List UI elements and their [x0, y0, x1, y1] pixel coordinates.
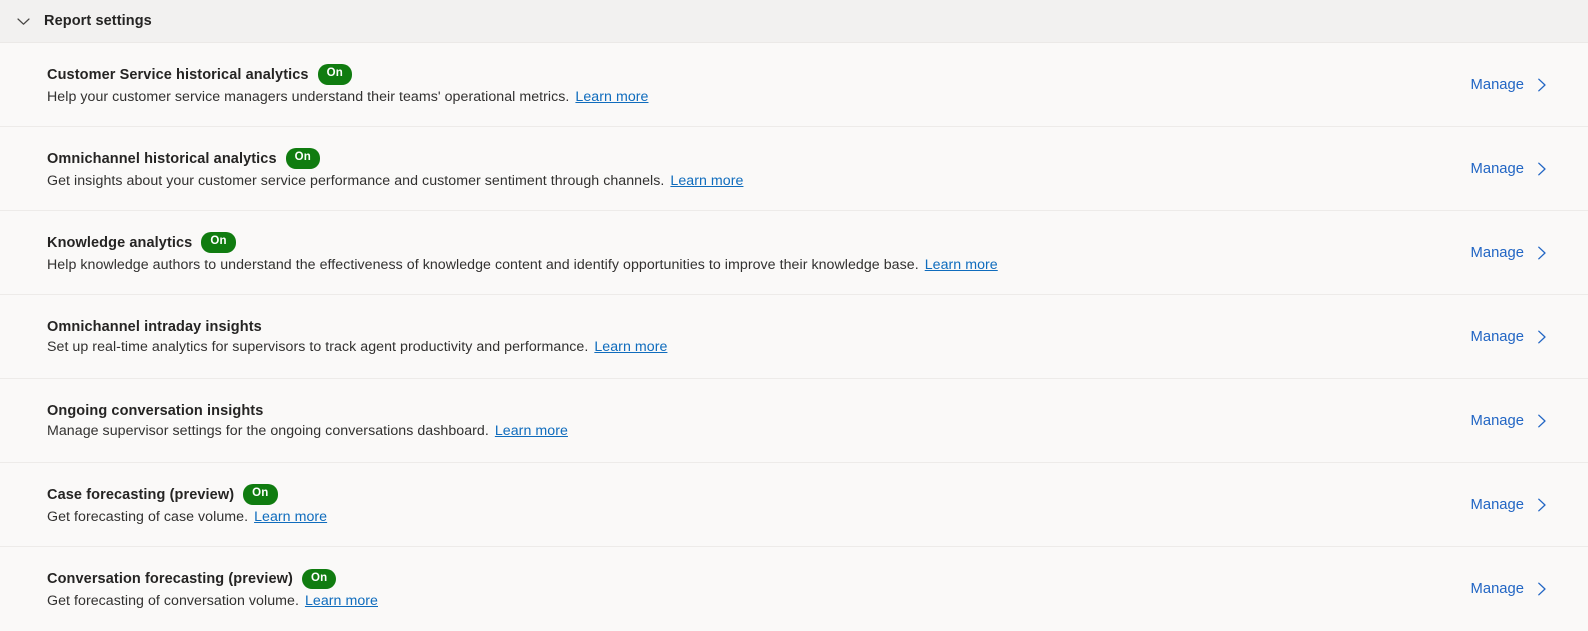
setting-description: Set up real-time analytics for superviso…	[47, 339, 667, 355]
setting-title-line: Omnichannel intraday insights	[47, 319, 667, 335]
manage-button[interactable]: Manage	[1471, 328, 1560, 346]
setting-title-line: Ongoing conversation insights	[47, 403, 568, 419]
collapse-section-button[interactable]	[8, 6, 38, 36]
manage-label: Manage	[1470, 244, 1524, 261]
setting-description: Help knowledge authors to understand the…	[47, 257, 998, 273]
chevron-right-icon	[1534, 580, 1550, 598]
setting-title-line: Customer Service historical analytics On	[47, 64, 648, 85]
setting-title-line: Case forecasting (preview) On	[47, 484, 327, 505]
setting-title-line: Knowledge analytics On	[47, 232, 998, 253]
setting-row: Case forecasting (preview) On Get forecast…	[0, 463, 1588, 547]
setting-text-block: Case forecasting (preview) On Get forecast…	[47, 484, 327, 525]
setting-title: Omnichannel historical analytics	[47, 150, 277, 167]
setting-description-text: Get forecasting of case volume.	[47, 508, 249, 525]
setting-description: Get insights about your customer service…	[47, 173, 743, 189]
setting-description-text: Set up real-time analytics for superviso…	[47, 338, 589, 355]
manage-label: Manage	[1470, 76, 1524, 93]
learn-more-link[interactable]: Learn more	[254, 509, 327, 525]
learn-more-link[interactable]: Learn more	[495, 423, 568, 439]
manage-label: Manage	[1470, 328, 1524, 345]
manage-button[interactable]: Manage	[1471, 580, 1560, 598]
manage-label: Manage	[1470, 160, 1524, 177]
setting-title: Ongoing conversation insights	[47, 402, 264, 419]
setting-title: Customer Service historical analytics	[47, 66, 309, 83]
manage-button[interactable]: Manage	[1471, 244, 1560, 262]
setting-row: Knowledge analytics On Help knowledge auth…	[0, 211, 1588, 295]
chevron-right-icon	[1534, 160, 1550, 178]
setting-description: Get forecasting of case volume. Learn mor…	[47, 509, 327, 525]
report-settings-list: Customer Service historical analytics On H…	[0, 43, 1588, 631]
learn-more-link[interactable]: Learn more	[925, 257, 998, 273]
setting-row: Conversation forecasting (preview) On Get …	[0, 547, 1588, 631]
setting-text-block: Omnichannel intraday insights Set up real…	[47, 319, 667, 355]
setting-title: Conversation forecasting (preview)	[47, 571, 293, 587]
learn-more-link[interactable]: Learn more	[670, 173, 743, 189]
setting-description: Help your customer service managers unde…	[47, 89, 648, 105]
setting-text-block: Conversation forecasting (preview) On Get …	[47, 568, 378, 609]
chevron-right-icon	[1534, 244, 1550, 262]
manage-button[interactable]: Manage	[1471, 76, 1560, 94]
setting-row: Omnichannel intraday insights Set up real…	[0, 295, 1588, 379]
learn-more-link[interactable]: Learn more	[575, 89, 648, 105]
chevron-right-icon	[1534, 496, 1550, 514]
setting-text-block: Customer Service historical analytics On H…	[47, 64, 648, 105]
manage-label: Manage	[1470, 496, 1524, 513]
manage-label: Manage	[1470, 412, 1524, 429]
setting-description: Get forecasting of conversation volume. L…	[47, 593, 378, 609]
status-badge: On	[201, 232, 236, 253]
setting-description-text: Help knowledge authors to understand the…	[47, 256, 919, 273]
learn-more-link[interactable]: Learn more	[305, 593, 378, 609]
setting-description-text: Help your customer service managers unde…	[47, 88, 570, 105]
setting-title-line: Omnichannel historical analytics On	[47, 148, 743, 169]
setting-text-block: Knowledge analytics On Help knowledge auth…	[47, 232, 998, 273]
setting-row: Customer Service historical analytics On H…	[0, 43, 1588, 127]
status-badge: On	[317, 64, 352, 85]
setting-description-text: Manage supervisor settings for the ongoi…	[47, 422, 489, 439]
report-settings-header[interactable]: Report settings	[0, 0, 1588, 43]
setting-text-block: Ongoing conversation insights Manage supe…	[47, 403, 568, 439]
setting-description-text: Get insights about your customer service…	[47, 172, 665, 189]
status-badge: On	[301, 568, 337, 590]
manage-button[interactable]: Manage	[1471, 412, 1560, 430]
chevron-right-icon	[1534, 76, 1550, 94]
setting-row: Omnichannel historical analytics On Get in…	[0, 127, 1588, 211]
setting-title: Knowledge analytics	[47, 234, 193, 251]
section-title: Report settings	[44, 13, 152, 29]
setting-row: Ongoing conversation insights Manage supe…	[0, 379, 1588, 463]
chevron-right-icon	[1534, 412, 1550, 430]
manage-label: Manage	[1470, 581, 1524, 597]
manage-button[interactable]: Manage	[1471, 496, 1560, 514]
status-badge: On	[285, 148, 321, 169]
setting-description-text: Get forecasting of conversation volume.	[47, 593, 299, 610]
manage-button[interactable]: Manage	[1471, 160, 1560, 178]
setting-title-line: Conversation forecasting (preview) On	[47, 568, 378, 590]
chevron-down-icon	[15, 13, 32, 30]
setting-title: Omnichannel intraday insights	[47, 318, 262, 335]
learn-more-link[interactable]: Learn more	[594, 339, 667, 355]
setting-text-block: Omnichannel historical analytics On Get in…	[47, 148, 743, 189]
setting-description: Manage supervisor settings for the ongoi…	[47, 423, 568, 439]
chevron-right-icon	[1534, 328, 1550, 346]
setting-title: Case forecasting (preview)	[47, 486, 235, 503]
status-badge: On	[243, 484, 278, 505]
